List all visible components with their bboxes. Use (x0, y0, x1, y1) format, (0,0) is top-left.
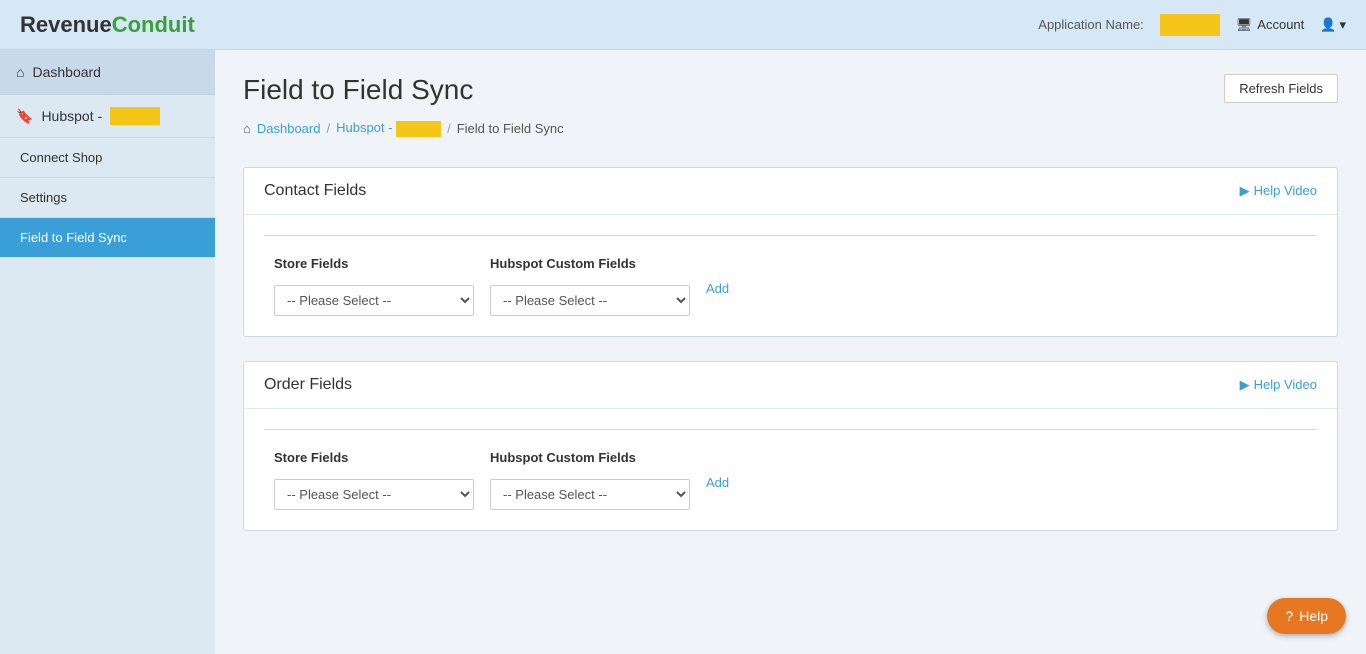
order-fields-divider (264, 429, 1317, 430)
user-icon: 👤 (1320, 17, 1336, 33)
sidebar-item-dashboard[interactable]: ⌂ Dashboard (0, 50, 215, 94)
order-fields-columns: Store Fields -- Please Select -- Hubspot… (264, 450, 1317, 510)
help-float-button[interactable]: ? Help (1267, 598, 1346, 634)
order-store-fields-group: Store Fields -- Please Select -- (274, 450, 474, 510)
help-circle-icon: ? (1285, 608, 1293, 624)
breadcrumb: ⌂ Dashboard / Hubspot - / Field to Field… (243, 120, 564, 137)
contact-store-fields-label: Store Fields (274, 256, 474, 271)
help-float-label: Help (1299, 608, 1328, 624)
sidebar-item-connect-shop[interactable]: Connect Shop (0, 137, 215, 177)
logo-revenue: Revenue (20, 12, 112, 38)
logo-conduit: Conduit (112, 12, 195, 38)
contact-fields-divider (264, 235, 1317, 236)
contact-fields-title: Contact Fields (264, 182, 366, 200)
order-fields-header: Order Fields ▶ Help Video (244, 362, 1337, 409)
title-breadcrumb-area: Field to Field Sync ⌂ Dashboard / Hubspo… (243, 74, 564, 157)
user-button[interactable]: 👤 ▾ (1320, 17, 1346, 33)
order-store-fields-select[interactable]: -- Please Select -- (274, 479, 474, 510)
logo: Revenue Conduit (20, 12, 195, 38)
user-chevron: ▾ (1339, 17, 1346, 33)
breadcrumb-hubspot[interactable]: Hubspot - (336, 120, 441, 137)
order-store-fields-label: Store Fields (274, 450, 474, 465)
contact-hubspot-fields-select[interactable]: -- Please Select -- (490, 285, 690, 316)
breadcrumb-current: Field to Field Sync (457, 121, 564, 136)
refresh-fields-button[interactable]: Refresh Fields (1224, 74, 1338, 103)
header: Revenue Conduit Application Name: 🖥 Acco… (0, 0, 1366, 50)
bookmark-icon: 🔖 (16, 108, 33, 125)
order-help-video-label: Help Video (1254, 377, 1317, 392)
account-label: Account (1257, 17, 1304, 32)
breadcrumb-sep-2: / (447, 121, 451, 136)
contact-help-video-button[interactable]: ▶ Help Video (1240, 183, 1317, 199)
breadcrumb-dashboard[interactable]: Dashboard (257, 121, 321, 136)
hubspot-label: Hubspot - (41, 108, 102, 124)
contact-store-fields-group: Store Fields -- Please Select -- (274, 256, 474, 316)
order-play-icon: ▶ (1240, 377, 1250, 393)
account-icon: 🖥 (1236, 17, 1253, 33)
order-fields-section: Order Fields ▶ Help Video Store Fields -… (243, 361, 1338, 531)
breadcrumb-hubspot-badge (396, 121, 441, 137)
dashboard-label: Dashboard (32, 64, 101, 80)
layout: ⌂ Dashboard 🔖 Hubspot - Connect Shop Set… (0, 50, 1366, 654)
contact-help-video-label: Help Video (1254, 183, 1317, 198)
sidebar: ⌂ Dashboard 🔖 Hubspot - Connect Shop Set… (0, 50, 215, 654)
page-title: Field to Field Sync (243, 74, 564, 106)
header-right: Application Name: 🖥 Account 👤 ▾ (1038, 14, 1346, 36)
order-add-link[interactable]: Add (706, 469, 729, 490)
order-hubspot-fields-group: Hubspot Custom Fields -- Please Select -… (490, 450, 690, 510)
app-name-label: Application Name: (1038, 17, 1144, 32)
contact-store-fields-select[interactable]: -- Please Select -- (274, 285, 474, 316)
contact-hubspot-fields-group: Hubspot Custom Fields -- Please Select -… (490, 256, 690, 316)
sidebar-nav: Connect Shop Settings Field to Field Syn… (0, 137, 215, 257)
main-content: Field to Field Sync ⌂ Dashboard / Hubspo… (215, 50, 1366, 654)
breadcrumb-home-icon: ⌂ (243, 121, 251, 136)
connect-shop-label: Connect Shop (20, 150, 102, 165)
sidebar-item-settings[interactable]: Settings (0, 177, 215, 217)
contact-fields-header: Contact Fields ▶ Help Video (244, 168, 1337, 215)
order-hubspot-fields-label: Hubspot Custom Fields (490, 450, 690, 465)
hubspot-badge (110, 107, 160, 125)
app-name-box (1160, 14, 1220, 36)
contact-fields-section: Contact Fields ▶ Help Video Store Fields… (243, 167, 1338, 337)
breadcrumb-sep-1: / (326, 121, 330, 136)
account-button[interactable]: 🖥 Account (1236, 17, 1305, 33)
contact-fields-area: Store Fields -- Please Select -- Hubspot… (244, 215, 1337, 336)
sidebar-item-hubspot[interactable]: 🔖 Hubspot - (0, 94, 215, 137)
play-icon: ▶ (1240, 183, 1250, 199)
order-help-video-button[interactable]: ▶ Help Video (1240, 377, 1317, 393)
contact-fields-columns: Store Fields -- Please Select -- Hubspot… (264, 256, 1317, 316)
sidebar-item-field-to-field-sync[interactable]: Field to Field Sync (0, 217, 215, 257)
settings-label: Settings (20, 190, 67, 205)
order-hubspot-fields-select[interactable]: -- Please Select -- (490, 479, 690, 510)
contact-hubspot-fields-label: Hubspot Custom Fields (490, 256, 690, 271)
order-fields-title: Order Fields (264, 376, 352, 394)
order-fields-area: Store Fields -- Please Select -- Hubspot… (244, 409, 1337, 530)
field-sync-label: Field to Field Sync (20, 230, 127, 245)
home-icon: ⌂ (16, 64, 24, 80)
top-actions: Field to Field Sync ⌂ Dashboard / Hubspo… (243, 74, 1338, 157)
contact-add-link[interactable]: Add (706, 275, 729, 296)
